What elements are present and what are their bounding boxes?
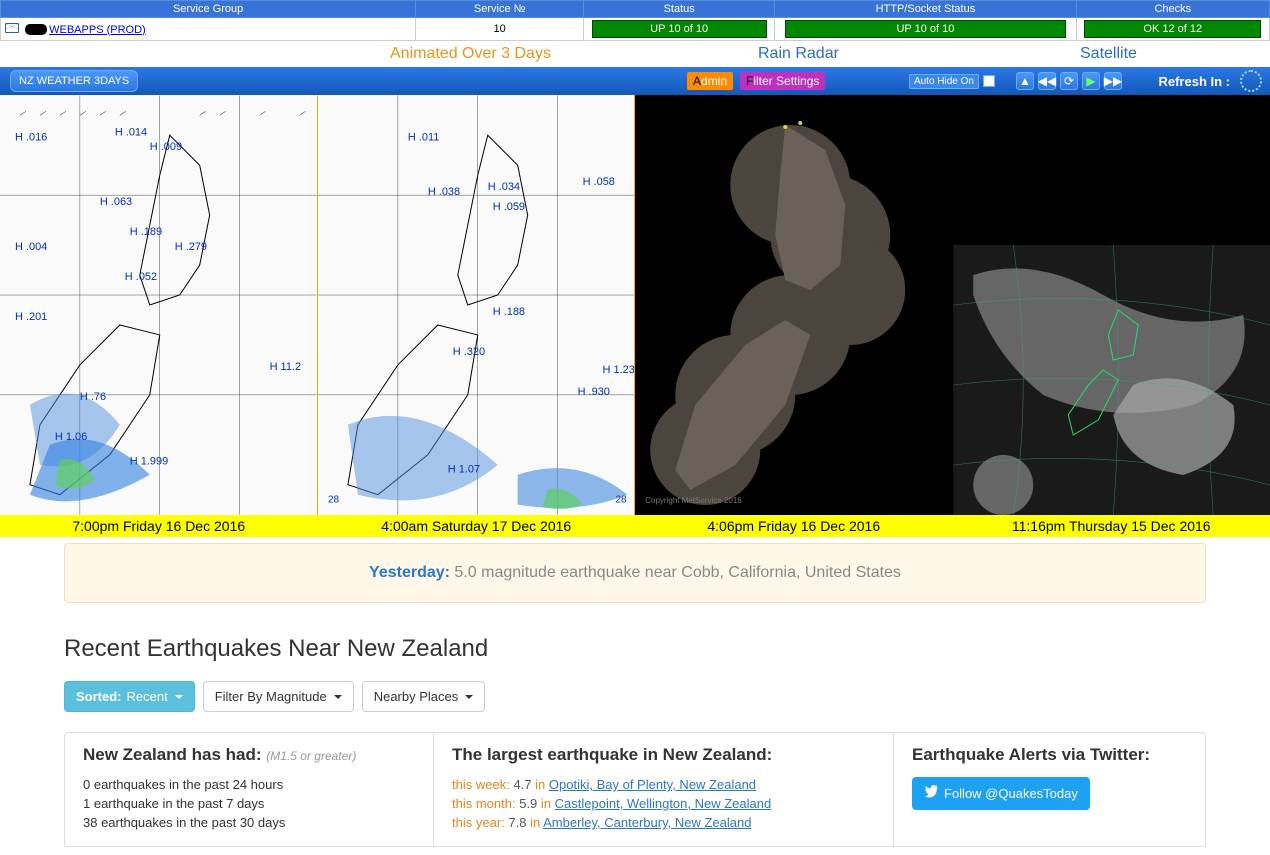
status-badge: UP 10 of 10 [592, 20, 767, 38]
largest-line: this week: 4.7 in Opotiki, Bay of Plenty… [452, 777, 875, 792]
twitter-column: Earthquake Alerts via Twitter: Follow @Q… [894, 732, 1206, 847]
eject-icon[interactable]: ▲ [1016, 72, 1034, 90]
redacted-icon [25, 24, 47, 35]
svg-text:H .058: H .058 [582, 176, 614, 188]
largest-line: this month: 5.9 in Castlepoint, Wellingt… [452, 796, 875, 811]
rewind-icon[interactable]: ◀◀ [1038, 72, 1056, 90]
col-service-group: Service Group [1, 1, 416, 18]
wind-map-1: H .016 H .014 H .009 H .063 H .189 H .27… [0, 95, 318, 515]
svg-text:28: 28 [327, 495, 339, 506]
checks-badge: OK 12 of 12 [1084, 20, 1261, 38]
twitter-follow-button[interactable]: Follow @QuakesToday [912, 777, 1090, 810]
svg-text:H .320: H .320 [452, 346, 484, 358]
map-caption-1: 7:00pm Friday 16 Dec 2016 [0, 515, 318, 537]
filter-settings-button[interactable]: Filter Settings [740, 72, 825, 90]
location-link[interactable]: Amberley, Canterbury, New Zealand [543, 815, 751, 830]
radar-map: Copyright MetService 2016 [635, 95, 953, 515]
satellite-panel: 11:16pm Thursday 15 Dec 2016 [953, 95, 1270, 537]
map-caption-3: 4:06pm Friday 16 Dec 2016 [635, 515, 953, 537]
nz-has-had: New Zealand has had: [83, 745, 262, 764]
filter-magnitude-button[interactable]: Filter By Magnitude [203, 681, 354, 712]
radar-copyright: Copyright MetService 2016 [645, 496, 742, 505]
svg-text:H 1.07: H 1.07 [447, 464, 479, 476]
svg-text:H .188: H .188 [492, 306, 524, 318]
col-service-no: Service № [416, 1, 584, 18]
svg-text:H .76: H .76 [80, 391, 106, 403]
auto-hide-toggle[interactable]: Auto Hide On [909, 74, 995, 89]
yesterday-banner: Yesterday: 5.0 magnitude earthquake near… [64, 543, 1206, 603]
svg-text:H .011: H .011 [407, 131, 439, 143]
largest-column: The largest earthquake in New Zealand: t… [434, 732, 894, 847]
svg-text:H .034: H .034 [487, 181, 519, 193]
animated-label: Animated Over 3 Days [390, 45, 551, 63]
service-no-cell: 10 [416, 18, 584, 41]
map-row: H .016 H .014 H .009 H .063 H .189 H .27… [0, 95, 1270, 537]
svg-text:H 1.999: H 1.999 [130, 456, 168, 468]
chevron-down-icon [334, 695, 342, 699]
stat-line: 1 earthquake in the past 7 days [83, 796, 415, 811]
svg-text:H .038: H .038 [427, 186, 459, 198]
twitter-head: Earthquake Alerts via Twitter: [912, 745, 1187, 765]
svg-text:H 11.2: H 11.2 [270, 361, 302, 373]
nz-sub: (M1.5 or greater) [266, 749, 356, 763]
col-checks: Checks [1076, 1, 1269, 18]
envelope-icon[interactable] [5, 23, 19, 33]
refresh-in-label: Refresh In : [1158, 74, 1230, 89]
status-table: Service Group Service № Status HTTP/Sock… [0, 0, 1270, 41]
refresh-icon[interactable]: ⟳ [1060, 72, 1078, 90]
admin-button[interactable]: Admin [687, 72, 733, 90]
sort-button[interactable]: Sorted: Recent [64, 681, 195, 712]
svg-text:H .201: H .201 [15, 311, 47, 323]
wind-map-panel-2: H .011 H .038 H .034 H .059 H .058 H .18… [318, 95, 636, 537]
col-status: Status [584, 1, 775, 18]
yesterday-text: 5.0 magnitude earthquake near Cobb, Cali… [450, 564, 901, 581]
control-bar: NZ WEATHER 3DAYS Admin Filter Settings A… [0, 67, 1270, 95]
stats-column: New Zealand has had: (M1.5 or greater) 0… [64, 732, 434, 847]
weather-tab[interactable]: NZ WEATHER 3DAYS [10, 70, 138, 92]
svg-text:H .279: H .279 [175, 241, 207, 253]
svg-text:H .052: H .052 [125, 271, 157, 283]
http-status-badge: UP 10 of 10 [785, 20, 1066, 38]
svg-text:H .063: H .063 [100, 196, 132, 208]
largest-head: The largest earthquake in New Zealand: [452, 745, 875, 765]
table-row: WEBAPPS (PROD) 10 UP 10 of 10 UP 10 of 1… [1, 18, 1270, 41]
svg-text:H 1.06: H 1.06 [55, 431, 87, 443]
recent-heading: Recent Earthquakes Near New Zealand [64, 635, 1206, 663]
satellite-label: Satellite [1080, 45, 1137, 63]
loading-spinner-icon [1240, 70, 1262, 92]
svg-text:H 1.23: H 1.23 [602, 364, 634, 376]
stat-line: 0 earthquakes in the past 24 hours [83, 777, 415, 792]
svg-text:H .930: H .930 [577, 386, 609, 398]
chevron-down-icon [465, 695, 473, 699]
twitter-bird-icon [924, 785, 938, 802]
fast-forward-icon[interactable]: ▶▶ [1104, 72, 1122, 90]
chevron-down-icon [175, 695, 183, 699]
wind-map-panel-1: H .016 H .014 H .009 H .063 H .189 H .27… [0, 95, 318, 537]
largest-line: this year: 7.8 in Amberley, Canterbury, … [452, 815, 875, 830]
radar-panel: Copyright MetService 2016 4:06pm Friday … [635, 95, 953, 537]
svg-text:28: 28 [615, 495, 627, 506]
rain-radar-label: Rain Radar [758, 45, 839, 63]
wind-map-2: H .011 H .038 H .034 H .059 H .058 H .18… [318, 95, 636, 515]
service-group-link[interactable]: WEBAPPS (PROD) [49, 24, 146, 36]
map-caption-2: 4:00am Saturday 17 Dec 2016 [318, 515, 636, 537]
svg-text:H .004: H .004 [15, 241, 47, 253]
map-caption-4: 11:16pm Thursday 15 Dec 2016 [953, 515, 1270, 537]
svg-text:H .014: H .014 [115, 126, 147, 138]
col-http-socket: HTTP/Socket Status [775, 1, 1076, 18]
location-link[interactable]: Castlepoint, Wellington, New Zealand [555, 796, 772, 811]
satellite-map [953, 95, 1270, 515]
stat-line: 38 earthquakes in the past 30 days [83, 815, 415, 830]
yesterday-label: Yesterday: [369, 564, 450, 581]
play-icon[interactable]: ▶ [1082, 72, 1100, 90]
svg-text:H .189: H .189 [130, 226, 162, 238]
svg-text:H .009: H .009 [150, 141, 182, 153]
location-link[interactable]: Opotiki, Bay of Plenty, New Zealand [549, 777, 756, 792]
recent-section: Recent Earthquakes Near New Zealand Sort… [0, 609, 1270, 855]
svg-text:H .016: H .016 [15, 131, 47, 143]
svg-text:H .059: H .059 [492, 201, 524, 213]
nearby-places-button[interactable]: Nearby Places [362, 681, 486, 712]
